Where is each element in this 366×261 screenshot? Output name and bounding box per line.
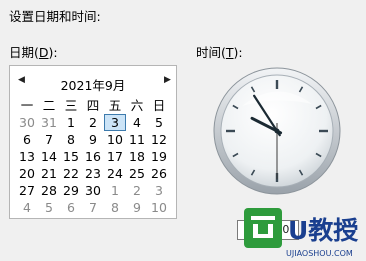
calendar-day[interactable]: 14 (38, 148, 60, 165)
calendar-day[interactable]: 11 (126, 131, 148, 148)
weekday-header: 三 (64, 98, 78, 113)
calendar-day[interactable]: 22 (60, 165, 82, 182)
next-month-icon[interactable]: ▶ (164, 75, 171, 85)
weekday-header-row: 一二三四五六日 (16, 97, 170, 114)
calendar-day[interactable]: 26 (148, 165, 170, 182)
weekday-header: 六 (130, 98, 144, 113)
calendar-day[interactable]: 24 (104, 165, 126, 182)
calendar-day[interactable]: 9 (82, 131, 104, 148)
time-label: 时间(T): (196, 45, 243, 60)
calendar-day[interactable]: 2 (126, 182, 148, 199)
calendar-day[interactable]: 25 (126, 165, 148, 182)
calendar-day[interactable]: 19 (148, 148, 170, 165)
calendar-day[interactable]: 31 (38, 114, 60, 131)
weekday-header: 四 (86, 98, 100, 113)
calendar-day[interactable]: 10 (104, 131, 126, 148)
watermark-brand-text: U教授 (288, 216, 359, 245)
calendar-day[interactable]: 4 (16, 199, 38, 216)
calendar-day[interactable]: 6 (60, 199, 82, 216)
calendar-day[interactable]: 28 (38, 182, 60, 199)
calendar-month-title[interactable]: 2021年9月 (10, 75, 176, 94)
calendar-day-rows: 30 31 1 2 3 4 5 6 7 8 9 10 11 12 13 14 15 16 17 18 19 20 21 22 2… (16, 114, 170, 216)
watermark-logo: U教授 UJIAOSHOU.COM (244, 208, 359, 258)
calendar-day[interactable]: 5 (38, 199, 60, 216)
calendar-day[interactable]: 10 (148, 199, 170, 216)
calendar-day[interactable]: 5 (148, 114, 170, 131)
weekday-header: 五 (108, 98, 122, 113)
dialog-header: 设置日期和时间: (9, 9, 101, 24)
clock-center (274, 128, 280, 134)
calendar-day[interactable]: 15 (60, 148, 82, 165)
calendar-day[interactable]: 13 (16, 148, 38, 165)
calendar-day[interactable]: 1 (60, 114, 82, 131)
calendar-day[interactable]: 30 (82, 182, 104, 199)
date-label: 日期(D): (9, 45, 58, 60)
calendar-day[interactable]: 6 (16, 131, 38, 148)
calendar-day[interactable]: 7 (82, 199, 104, 216)
weekday-header: 日 (152, 98, 166, 113)
watermark-domain-text: UJIAOSHOU.COM (286, 249, 353, 258)
calendar-day[interactable]: 4 (126, 114, 148, 131)
calendar-day[interactable]: 1 (104, 182, 126, 199)
calendar-day[interactable]: 2 (82, 114, 104, 131)
watermark-shield-icon (244, 208, 282, 248)
calendar-week-row: 20 21 22 23 24 25 26 (16, 165, 170, 182)
calendar-week-row: 6 7 8 9 10 11 12 (16, 131, 170, 148)
calendar-day[interactable]: 8 (60, 131, 82, 148)
calendar-day[interactable]: 29 (60, 182, 82, 199)
calendar-day[interactable]: 3 (148, 182, 170, 199)
calendar-day[interactable]: 8 (104, 199, 126, 216)
calendar-day-selected[interactable]: 3 (104, 114, 126, 131)
analog-clock (213, 67, 341, 195)
calendar-week-row: 4 5 6 7 8 9 10 (16, 199, 170, 216)
calendar-week-row: 27 28 29 30 1 2 3 (16, 182, 170, 199)
calendar-week-row: 30 31 1 2 3 4 5 (16, 114, 170, 131)
calendar-day[interactable]: 9 (126, 199, 148, 216)
calendar-grid: 一二三四五六日 30 31 1 2 3 4 5 6 7 8 9 10 11 12 13 14 15 16 17 18 1… (16, 97, 170, 216)
calendar-day[interactable]: 21 (38, 165, 60, 182)
weekday-header: 一 (20, 98, 34, 113)
calendar-day[interactable]: 27 (16, 182, 38, 199)
calendar-day[interactable]: 18 (126, 148, 148, 165)
calendar-day[interactable]: 30 (16, 114, 38, 131)
calendar-day[interactable]: 7 (38, 131, 60, 148)
calendar-week-row: 13 14 15 16 17 18 19 (16, 148, 170, 165)
calendar-day[interactable]: 17 (104, 148, 126, 165)
calendar-day[interactable]: 12 (148, 131, 170, 148)
weekday-header: 二 (42, 98, 56, 113)
calendar: ◀ 2021年9月 ▶ 一二三四五六日 30 31 1 2 3 4 5 6 7 8 9 10 11 12 1… (9, 65, 177, 219)
calendar-day[interactable]: 23 (82, 165, 104, 182)
calendar-day[interactable]: 20 (16, 165, 38, 182)
calendar-day[interactable]: 16 (82, 148, 104, 165)
